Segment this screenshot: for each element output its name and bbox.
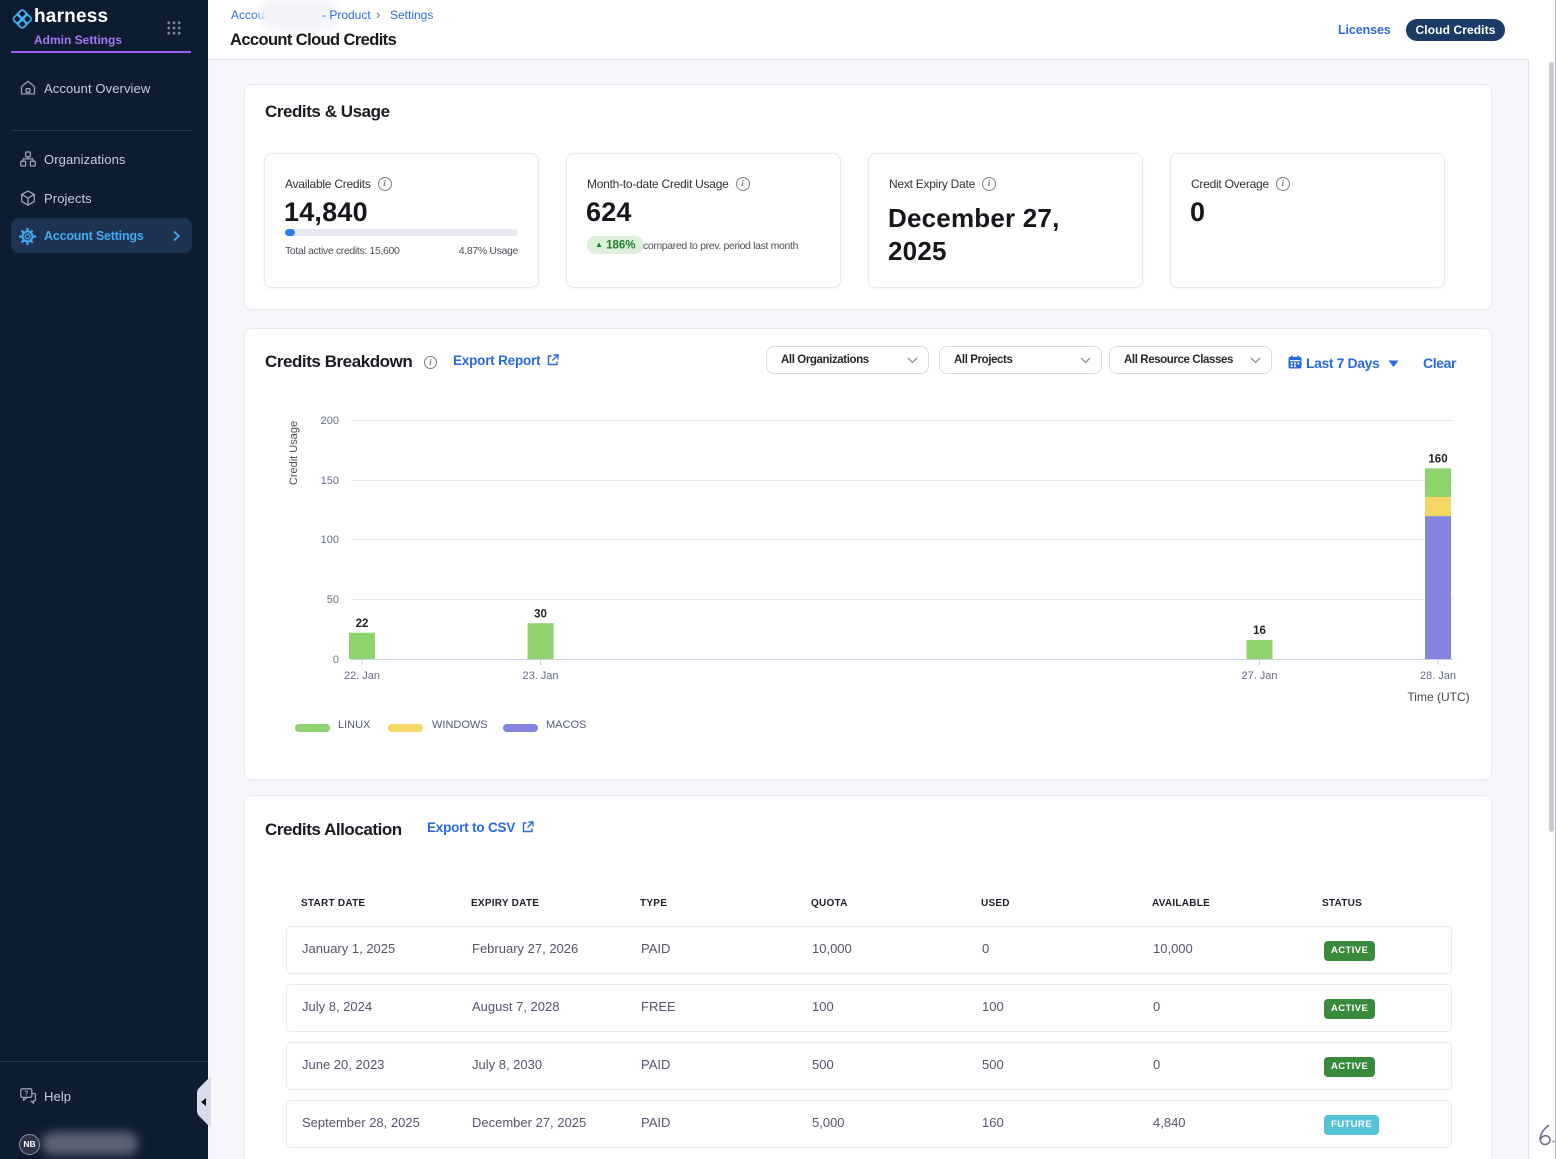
svg-text:28. Jan: 28. Jan: [1420, 670, 1456, 682]
svg-text:Time (UTC): Time (UTC): [1407, 690, 1469, 704]
svg-text:16: 16: [1253, 625, 1266, 637]
svg-text:30: 30: [534, 609, 547, 621]
svg-text:200: 200: [321, 415, 339, 427]
svg-text:160: 160: [1428, 454, 1447, 466]
svg-text:22. Jan: 22. Jan: [344, 670, 380, 682]
svg-text:50: 50: [327, 594, 339, 606]
svg-text:150: 150: [321, 475, 339, 487]
svg-text:?: ?: [24, 1091, 28, 1098]
svg-text:27. Jan: 27. Jan: [1241, 670, 1277, 682]
svg-text:22: 22: [356, 618, 369, 630]
svg-text:100: 100: [321, 534, 339, 546]
svg-text:23. Jan: 23. Jan: [522, 670, 558, 682]
svg-text:0: 0: [333, 654, 339, 666]
svg-text:Credit Usage: Credit Usage: [288, 421, 300, 485]
